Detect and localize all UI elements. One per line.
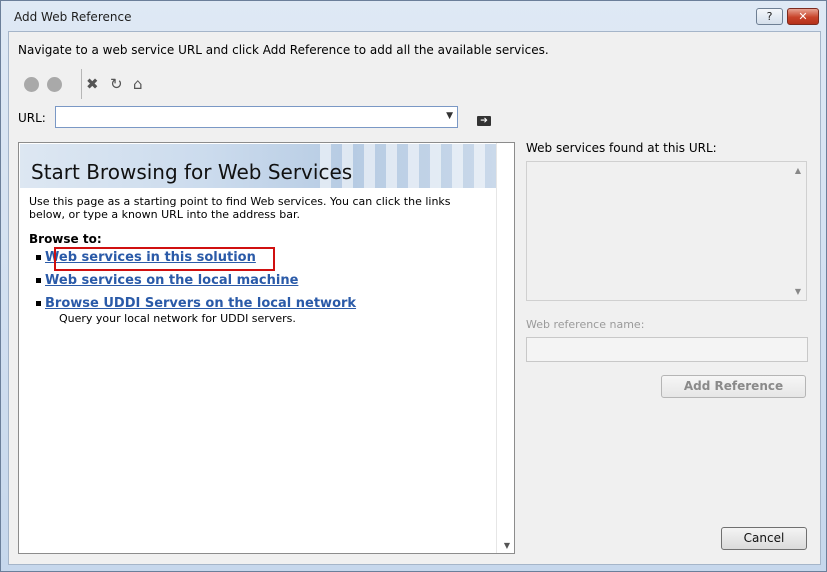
title-bar: Add Web Reference ? ✕ — [1, 1, 826, 31]
web-reference-name-field[interactable] — [526, 337, 808, 362]
toolbar-separator — [81, 69, 82, 99]
go-arrow-icon[interactable]: ➔ — [477, 116, 491, 126]
services-found-list[interactable]: ▲ ▼ — [526, 161, 807, 301]
browse-to-heading: Browse to: — [29, 232, 102, 246]
browser-banner: Start Browsing for Web Services — [20, 144, 496, 188]
browser-title: Start Browsing for Web Services — [31, 160, 353, 184]
url-label: URL: — [18, 111, 46, 125]
link-web-services-local-machine[interactable]: Web services on the local machine — [45, 273, 298, 288]
chevron-down-icon[interactable]: ▼ — [446, 111, 453, 121]
services-found-label: Web services found at this URL: — [526, 141, 717, 155]
list-item: Web services on the local machine — [36, 273, 298, 288]
instructions-text: Navigate to a web service URL and click … — [18, 43, 549, 57]
bullet-icon — [36, 255, 41, 260]
dialog-body: Navigate to a web service URL and click … — [8, 31, 821, 565]
refresh-icon[interactable]: ↻ — [110, 75, 123, 93]
stop-icon[interactable]: ✖ — [86, 75, 99, 93]
list-item: Browse UDDI Servers on the local network — [36, 296, 356, 311]
link-browse-uddi-servers[interactable]: Browse UDDI Servers on the local network — [45, 296, 356, 311]
browser-scrollbar[interactable]: ▼ — [496, 143, 514, 553]
bullet-icon — [36, 278, 41, 283]
intro-text: Use this page as a starting point to fin… — [29, 195, 451, 221]
forward-circle-icon[interactable] — [47, 77, 62, 92]
scroll-down-icon[interactable]: ▼ — [504, 541, 510, 550]
add-web-reference-dialog: Add Web Reference ? ✕ Navigate to a web … — [0, 0, 827, 572]
home-icon[interactable]: ⌂ — [133, 75, 143, 93]
close-button[interactable]: ✕ — [787, 8, 819, 25]
dialog-title: Add Web Reference — [14, 10, 132, 24]
add-reference-button[interactable]: Add Reference — [661, 375, 806, 398]
web-reference-name-label: Web reference name: — [526, 318, 645, 331]
url-combobox[interactable]: ▼ — [55, 106, 458, 128]
cancel-button[interactable]: Cancel — [721, 527, 807, 550]
browser-pane: Start Browsing for Web Services Use this… — [18, 142, 515, 554]
scroll-down-icon[interactable]: ▼ — [795, 287, 801, 296]
uddi-description: Query your local network for UDDI server… — [59, 312, 296, 325]
help-button[interactable]: ? — [756, 8, 783, 25]
bullet-icon — [36, 301, 41, 306]
scroll-up-icon[interactable]: ▲ — [795, 166, 801, 175]
back-circle-icon[interactable] — [24, 77, 39, 92]
highlight-box — [54, 247, 275, 271]
